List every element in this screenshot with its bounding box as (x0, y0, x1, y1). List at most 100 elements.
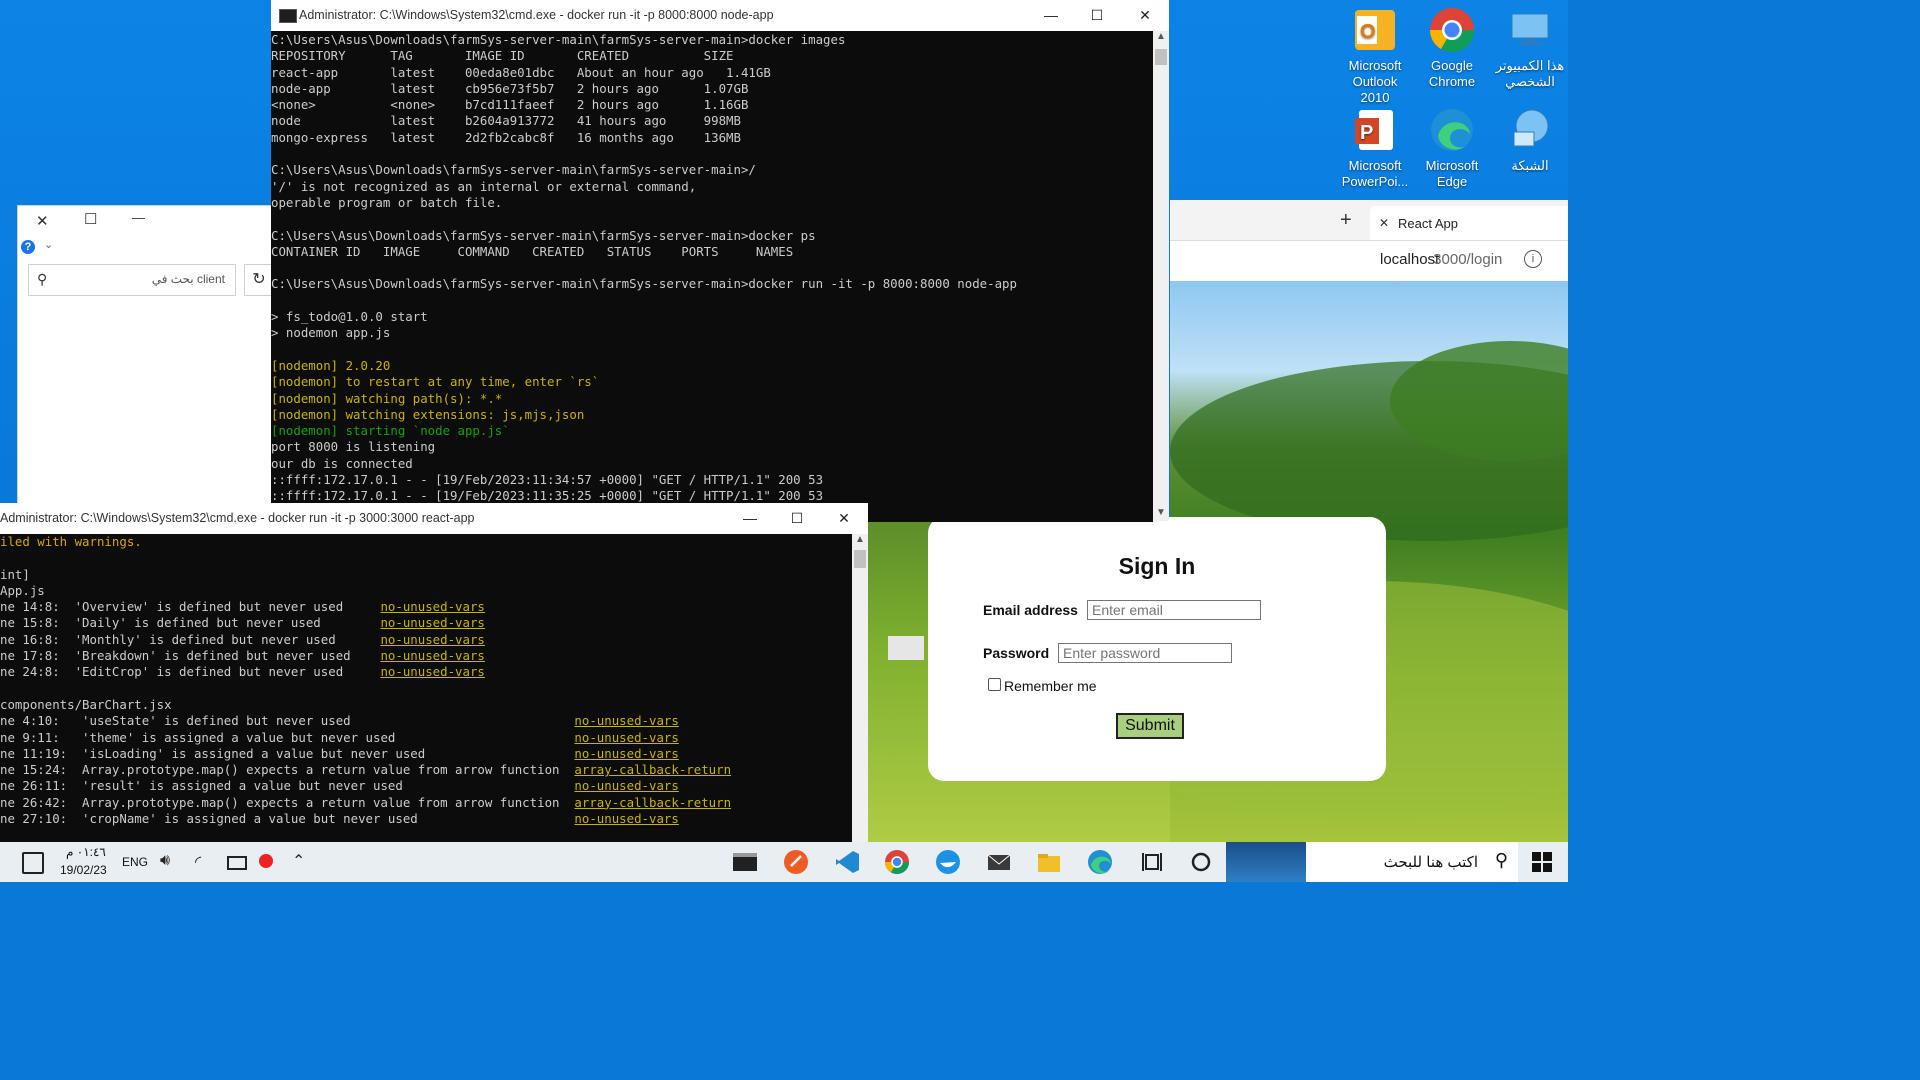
clock-date[interactable]: 19/02/23 (60, 863, 107, 877)
submit-button[interactable]: Submit (1116, 713, 1184, 739)
close-button[interactable]: ✕ (820, 503, 868, 534)
console-line-text: ne 16:8: 'Monthly' is defined but never … (0, 631, 381, 647)
remember-checkbox[interactable] (988, 678, 1001, 691)
console-line: our db is connected (271, 455, 413, 471)
close-button[interactable]: ✕ (1121, 0, 1169, 31)
lint-rule-link[interactable]: no-unused-vars (574, 746, 678, 761)
console-line-text: components/BarChart.jsx (0, 696, 172, 712)
lint-rule-link[interactable]: no-unused-vars (380, 632, 484, 647)
console-line-text (0, 681, 7, 696)
taskbar-search-input[interactable]: اكتب هنا للبحث (1384, 853, 1478, 871)
desktop-icon-powerpoint[interactable]: P Microsoft PowerPoi... (1338, 106, 1412, 190)
onedrive-error-icon[interactable] (259, 854, 273, 868)
mail-icon[interactable] (985, 848, 1013, 876)
lint-rule-link[interactable]: array-callback-return (574, 795, 731, 810)
notification-center-icon[interactable] (22, 852, 44, 874)
browser-tab[interactable]: ✕ React App (1370, 206, 1568, 240)
cmd-icon[interactable] (731, 848, 759, 876)
console-line: [nodemon] starting `node app.js` (271, 423, 510, 439)
address-bar[interactable]: localhost :3000/login i (1170, 241, 1568, 282)
desktop-icon-this-pc[interactable]: هذا الكمبيوتر الشخصي (1493, 6, 1567, 90)
scroll-down-icon[interactable]: ▼ (1156, 507, 1166, 518)
vscode-icon[interactable] (833, 848, 861, 876)
network-icon (1506, 106, 1554, 154)
console-line: ne 14:8: 'Overview' is defined but never… (0, 599, 852, 615)
lint-rule-link[interactable]: no-unused-vars (574, 778, 678, 793)
scrollbar[interactable]: ▲ ▼ (1153, 31, 1169, 521)
console-line-text: ne 24:8: 'EditCrop' is defined but never… (0, 664, 381, 680)
cortana-icon[interactable] (1187, 848, 1215, 876)
console-line-text: ne 15:8: 'Daily' is defined but never us… (0, 615, 381, 631)
scroll-up-icon[interactable]: ▲ (855, 534, 865, 545)
help-icon[interactable]: ? (21, 240, 35, 254)
minimize-button[interactable]: — (726, 503, 774, 534)
lint-rule-link[interactable]: no-unused-vars (574, 713, 678, 728)
minimize-button[interactable]: — (1027, 0, 1075, 31)
clock-time[interactable]: ٠١:٤٦ م (66, 845, 106, 859)
wifi-icon[interactable]: ◜ (195, 852, 201, 872)
search-input[interactable]: بحث في client (152, 272, 225, 286)
maximize-button[interactable]: ☐ (1073, 0, 1121, 31)
cmd-react-titlebar[interactable]: Administrator: C:\Windows\System32\cmd.e… (0, 503, 868, 534)
docker-icon[interactable] (934, 848, 962, 876)
chrome-icon[interactable] (883, 848, 911, 876)
scrollbar-thumb[interactable] (854, 550, 866, 568)
postman-icon[interactable] (782, 848, 810, 876)
console-line: App.js (0, 583, 852, 599)
language-indicator[interactable]: ENG (122, 855, 148, 869)
lint-rule-link[interactable]: no-unused-vars (380, 599, 484, 614)
scrollbar-thumb[interactable] (1155, 49, 1167, 65)
desktop-icon-label: الشبكة (1511, 158, 1549, 173)
refresh-icon[interactable]: ↻ (244, 264, 274, 296)
lint-rule-link[interactable]: no-unused-vars (380, 648, 484, 663)
tab-title: React App (1398, 216, 1458, 231)
close-tab-icon[interactable]: ✕ (1379, 216, 1389, 230)
console-line: ne 26:11: 'result' is assigned a value b… (0, 778, 852, 794)
edge-icon[interactable] (1086, 848, 1114, 876)
task-view-icon[interactable] (1138, 848, 1166, 876)
close-icon[interactable]: ✕ (36, 212, 49, 230)
start-windows-icon[interactable] (1532, 852, 1552, 872)
console-line: [nodemon] watching extensions: js,mjs,js… (271, 406, 585, 422)
lint-rule-link[interactable]: no-unused-vars (574, 811, 678, 826)
search-box[interactable]: ⚲ بحث في client (28, 264, 236, 296)
desktop-icon-edge[interactable]: Microsoft Edge (1415, 106, 1489, 190)
cmd-react-console[interactable]: iled with warnings. int] App.js ne 14:8: '… (0, 534, 852, 842)
powerpoint-icon: P (1351, 106, 1399, 154)
console-line-text: int] (0, 566, 30, 582)
cmd-node-titlebar[interactable]: Administrator: C:\Windows\System32\cmd.e… (271, 0, 1169, 31)
desktop-icon-label: الشخصي (1505, 74, 1555, 89)
console-line: port 8000 is listening (271, 439, 436, 455)
maximize-icon[interactable]: ☐ (84, 210, 97, 228)
new-tab-button[interactable]: + (1340, 209, 1352, 232)
desktop-icon-chrome[interactable]: Google Chrome (1415, 6, 1489, 90)
chevron-down-icon[interactable]: ⌄ (44, 238, 53, 251)
desktop-icon-outlook[interactable]: O Microsoft Outlook 2010 (1338, 6, 1412, 106)
lint-rule-link[interactable]: no-unused-vars (574, 730, 678, 745)
chevron-up-icon[interactable]: ⌃ (292, 851, 305, 871)
lint-rule-link[interactable]: no-unused-vars (380, 615, 484, 630)
file-explorer-icon[interactable] (1035, 848, 1063, 876)
minimize-icon[interactable]: — (132, 210, 145, 225)
console-line: ne 16:8: 'Monthly' is defined but never … (0, 632, 852, 648)
lint-rule-link[interactable]: array-callback-return (574, 762, 731, 777)
cmd-node-console[interactable]: C:\Users\Asus\Downloads\farmSys-server-m… (271, 31, 1153, 522)
console-line: react-app latest 00eda8e01dbc About an h… (271, 64, 771, 80)
lint-rule-link[interactable]: no-unused-vars (380, 664, 484, 679)
password-input[interactable] (1058, 643, 1232, 663)
maximize-button[interactable]: ☐ (773, 503, 821, 534)
site-info-icon[interactable]: i (1524, 250, 1542, 268)
desktop-icon-network[interactable]: الشبكة (1493, 106, 1567, 174)
svg-text:P: P (1360, 122, 1373, 144)
scroll-up-icon[interactable]: ▲ (1156, 31, 1166, 42)
url-path: :3000/login (1429, 251, 1503, 268)
scrollbar[interactable]: ▲ (852, 534, 868, 842)
battery-icon[interactable] (227, 856, 247, 870)
volume-icon[interactable]: 🔊︎ (160, 852, 170, 870)
email-input[interactable] (1087, 600, 1261, 620)
taskbar-search-box[interactable]: اكتب هنا للبحث ⚲ (1226, 842, 1518, 882)
console-line: REPOSITORY TAG IMAGE ID CREATED SIZE (271, 48, 734, 64)
console-line-text: ne 9:11: 'theme' is assigned a value but… (0, 729, 575, 745)
